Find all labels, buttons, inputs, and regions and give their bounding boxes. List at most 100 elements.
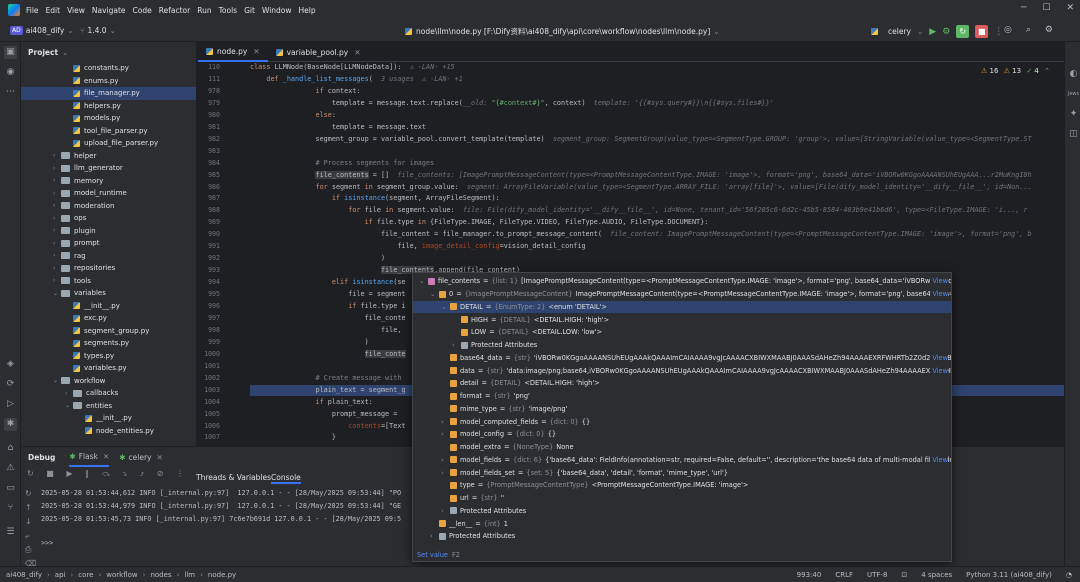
breadcrumb-item[interactable]: core — [78, 571, 93, 579]
chevron-down-icon[interactable]: ⌄ — [441, 303, 450, 311]
project-selector[interactable]: AD ai408_dify ⌄ — [10, 26, 74, 35]
maximize-icon[interactable]: ☐ — [1042, 3, 1050, 13]
menu-item-refactor[interactable]: Refactor — [159, 6, 190, 15]
chevron-right-icon[interactable]: › — [452, 341, 461, 349]
terminal-icon[interactable]: ▭ — [4, 482, 17, 495]
project-tree-item[interactable]: › tools — [21, 275, 91, 288]
variable-row[interactable]: type = {PromptMessageContentType} <PromptMe… — [413, 479, 951, 492]
file-path-title[interactable]: node\llm\node.py [F:\Dify资料\ai408_dify\a… — [405, 26, 720, 37]
python-console-icon[interactable]: ⌂ — [4, 442, 17, 455]
chevron-right-icon[interactable]: › — [53, 177, 61, 184]
problems-icon[interactable]: ⚠ — [4, 462, 17, 475]
stop-icon[interactable]: ■ — [975, 25, 989, 38]
minimize-icon[interactable]: ─ — [1021, 3, 1026, 13]
threads-variables-tab[interactable]: Threads & Variables — [196, 473, 271, 482]
run-config[interactable]: celery — [888, 27, 911, 36]
debug-tab-celery[interactable]: ✱ celery ✕ — [119, 453, 163, 462]
python-interpreter[interactable]: Python 3.11 (ai408_dify) — [966, 571, 1052, 579]
variable-row[interactable]: format = {str}'png' — [413, 390, 951, 403]
project-tree-item[interactable]: ⌄ workflow — [21, 375, 105, 388]
database-icon[interactable]: ◫ — [1067, 128, 1080, 141]
set-value-link[interactable]: Set value — [417, 551, 448, 559]
chevron-right-icon[interactable]: › — [430, 532, 439, 540]
project-tree-item[interactable]: › moderation — [21, 200, 114, 213]
project-tree-item[interactable]: › model_runtime — [21, 187, 127, 200]
project-tree-item[interactable]: helpers.py — [21, 100, 121, 113]
file-encoding[interactable]: UTF-8 — [867, 571, 887, 579]
chevron-right-icon[interactable]: › — [53, 190, 61, 197]
variable-row[interactable]: ⌄ file_contents = {list: 1} [ImagePromptMess… — [413, 275, 951, 288]
services-icon[interactable]: ⟳ — [4, 378, 17, 391]
menu-item-file[interactable]: File — [26, 6, 39, 15]
console-tab[interactable]: Console — [271, 473, 301, 484]
debug-tool-icon[interactable]: ✱ — [4, 418, 17, 431]
chevron-right-icon[interactable]: › — [53, 152, 61, 159]
menu-item-run[interactable]: Run — [197, 6, 211, 15]
project-tree-item[interactable]: › rag — [21, 250, 86, 263]
more-icon[interactable]: ⋮ — [994, 27, 1003, 37]
settings-gear-icon[interactable]: ⚙ — [1045, 25, 1053, 35]
project-tree-item[interactable]: __init__.py — [21, 412, 132, 425]
project-tree-item[interactable]: ⌄ entities — [21, 400, 112, 413]
project-tree-item[interactable]: models.py — [21, 112, 120, 125]
debug-tab-flask[interactable]: ✱ Flask ✕ — [69, 447, 110, 467]
rerun-icon[interactable]: ↻ — [25, 487, 36, 501]
view-link[interactable]: View — [930, 366, 948, 375]
memory-indicator-icon[interactable]: ◔ — [1066, 571, 1072, 579]
chevron-right-icon[interactable]: › — [441, 469, 450, 477]
indent-setting[interactable]: 4 spaces — [921, 571, 952, 579]
close-icon[interactable]: ✕ — [253, 47, 259, 56]
project-tree-item[interactable]: upload_file_parser.py — [21, 137, 158, 150]
soft-wrap-icon[interactable]: ⤶ — [25, 529, 36, 543]
chevron-right-icon[interactable]: › — [53, 202, 61, 209]
console-prompt[interactable]: >>> — [41, 539, 53, 547]
breadcrumb-item[interactable]: llm — [184, 571, 195, 579]
search-icon[interactable]: ⌕ — [1026, 25, 1031, 35]
project-tree-item[interactable]: segments.py — [21, 337, 129, 350]
menu-item-help[interactable]: Help — [299, 6, 316, 15]
todo-icon[interactable]: ☰ — [4, 526, 17, 539]
chevron-right-icon[interactable]: › — [441, 430, 450, 438]
chevron-right-icon[interactable]: › — [441, 456, 450, 464]
chevron-right-icon[interactable]: › — [53, 215, 61, 222]
chevron-right-icon[interactable]: › — [53, 227, 61, 234]
chevron-right-icon[interactable]: › — [441, 418, 450, 426]
menu-item-git[interactable]: Git — [244, 6, 255, 15]
variable-row[interactable]: __len__ = {int} 1 — [413, 517, 951, 530]
rerun-icon[interactable]: ↻ — [956, 25, 970, 38]
project-tree-item[interactable]: file_manager.py — [21, 87, 196, 100]
menu-item-view[interactable]: View — [67, 6, 85, 15]
breadcrumb-item[interactable]: node.py — [208, 571, 236, 579]
arrow-up-icon[interactable]: ↑ — [25, 501, 36, 515]
chevron-right-icon[interactable]: › — [53, 240, 61, 247]
close-icon[interactable]: ✕ — [354, 48, 360, 57]
project-tree-item[interactable]: › ops — [21, 212, 86, 225]
run-tool-icon[interactable]: ▷ — [4, 398, 17, 411]
chevron-down-icon[interactable]: ⌄ — [419, 277, 428, 285]
print-icon[interactable]: ⎙ — [25, 543, 36, 557]
project-tree-item[interactable]: node_entities.py — [21, 425, 154, 438]
view-link[interactable]: View — [930, 277, 948, 286]
variable-row[interactable]: › Protected Attributes — [413, 339, 951, 352]
variable-row[interactable]: url = {str} '' — [413, 492, 951, 505]
arrow-down-icon[interactable]: ↓ — [25, 515, 36, 529]
project-tree-item[interactable]: › repositories — [21, 262, 115, 275]
project-panel-header[interactable]: Project ⌄ — [21, 42, 196, 62]
python-packages-icon[interactable]: ◈ — [4, 358, 17, 371]
variable-row[interactable]: mime_type = {str}'image/png' — [413, 403, 951, 416]
variable-row[interactable]: › Protected Attributes — [413, 530, 951, 543]
breadcrumb-item[interactable]: workflow — [106, 571, 137, 579]
ai-assistant-icon[interactable]: ◎ — [1004, 25, 1012, 35]
variable-row[interactable]: ⌄ 0 = {ImagePromptMessageContent} ImagePromp… — [413, 288, 951, 301]
breadcrumb-item[interactable]: nodes — [150, 571, 171, 579]
chevron-down-icon[interactable]: ⌄ — [430, 290, 439, 298]
chevron-down-icon[interactable]: ⌄ — [53, 377, 61, 384]
structure-tool-icon[interactable]: ⋯ — [4, 86, 17, 99]
breadcrumb-item[interactable]: ai408_dify — [6, 571, 42, 579]
project-tree-item[interactable]: types.py — [21, 350, 114, 363]
variable-row[interactable]: › model_fields_set = {set: 5} {'base64_data'… — [413, 466, 951, 479]
project-tree-item[interactable]: __init__.py — [21, 300, 120, 313]
variable-row[interactable]: › model_config = {dict: 0}{} — [413, 428, 951, 441]
variable-row[interactable]: data = {str}'data:image/png;base64,iVBORw0… — [413, 364, 951, 377]
variable-row[interactable]: › model_fields = {dict: 6} {'base64_data': F… — [413, 454, 951, 467]
